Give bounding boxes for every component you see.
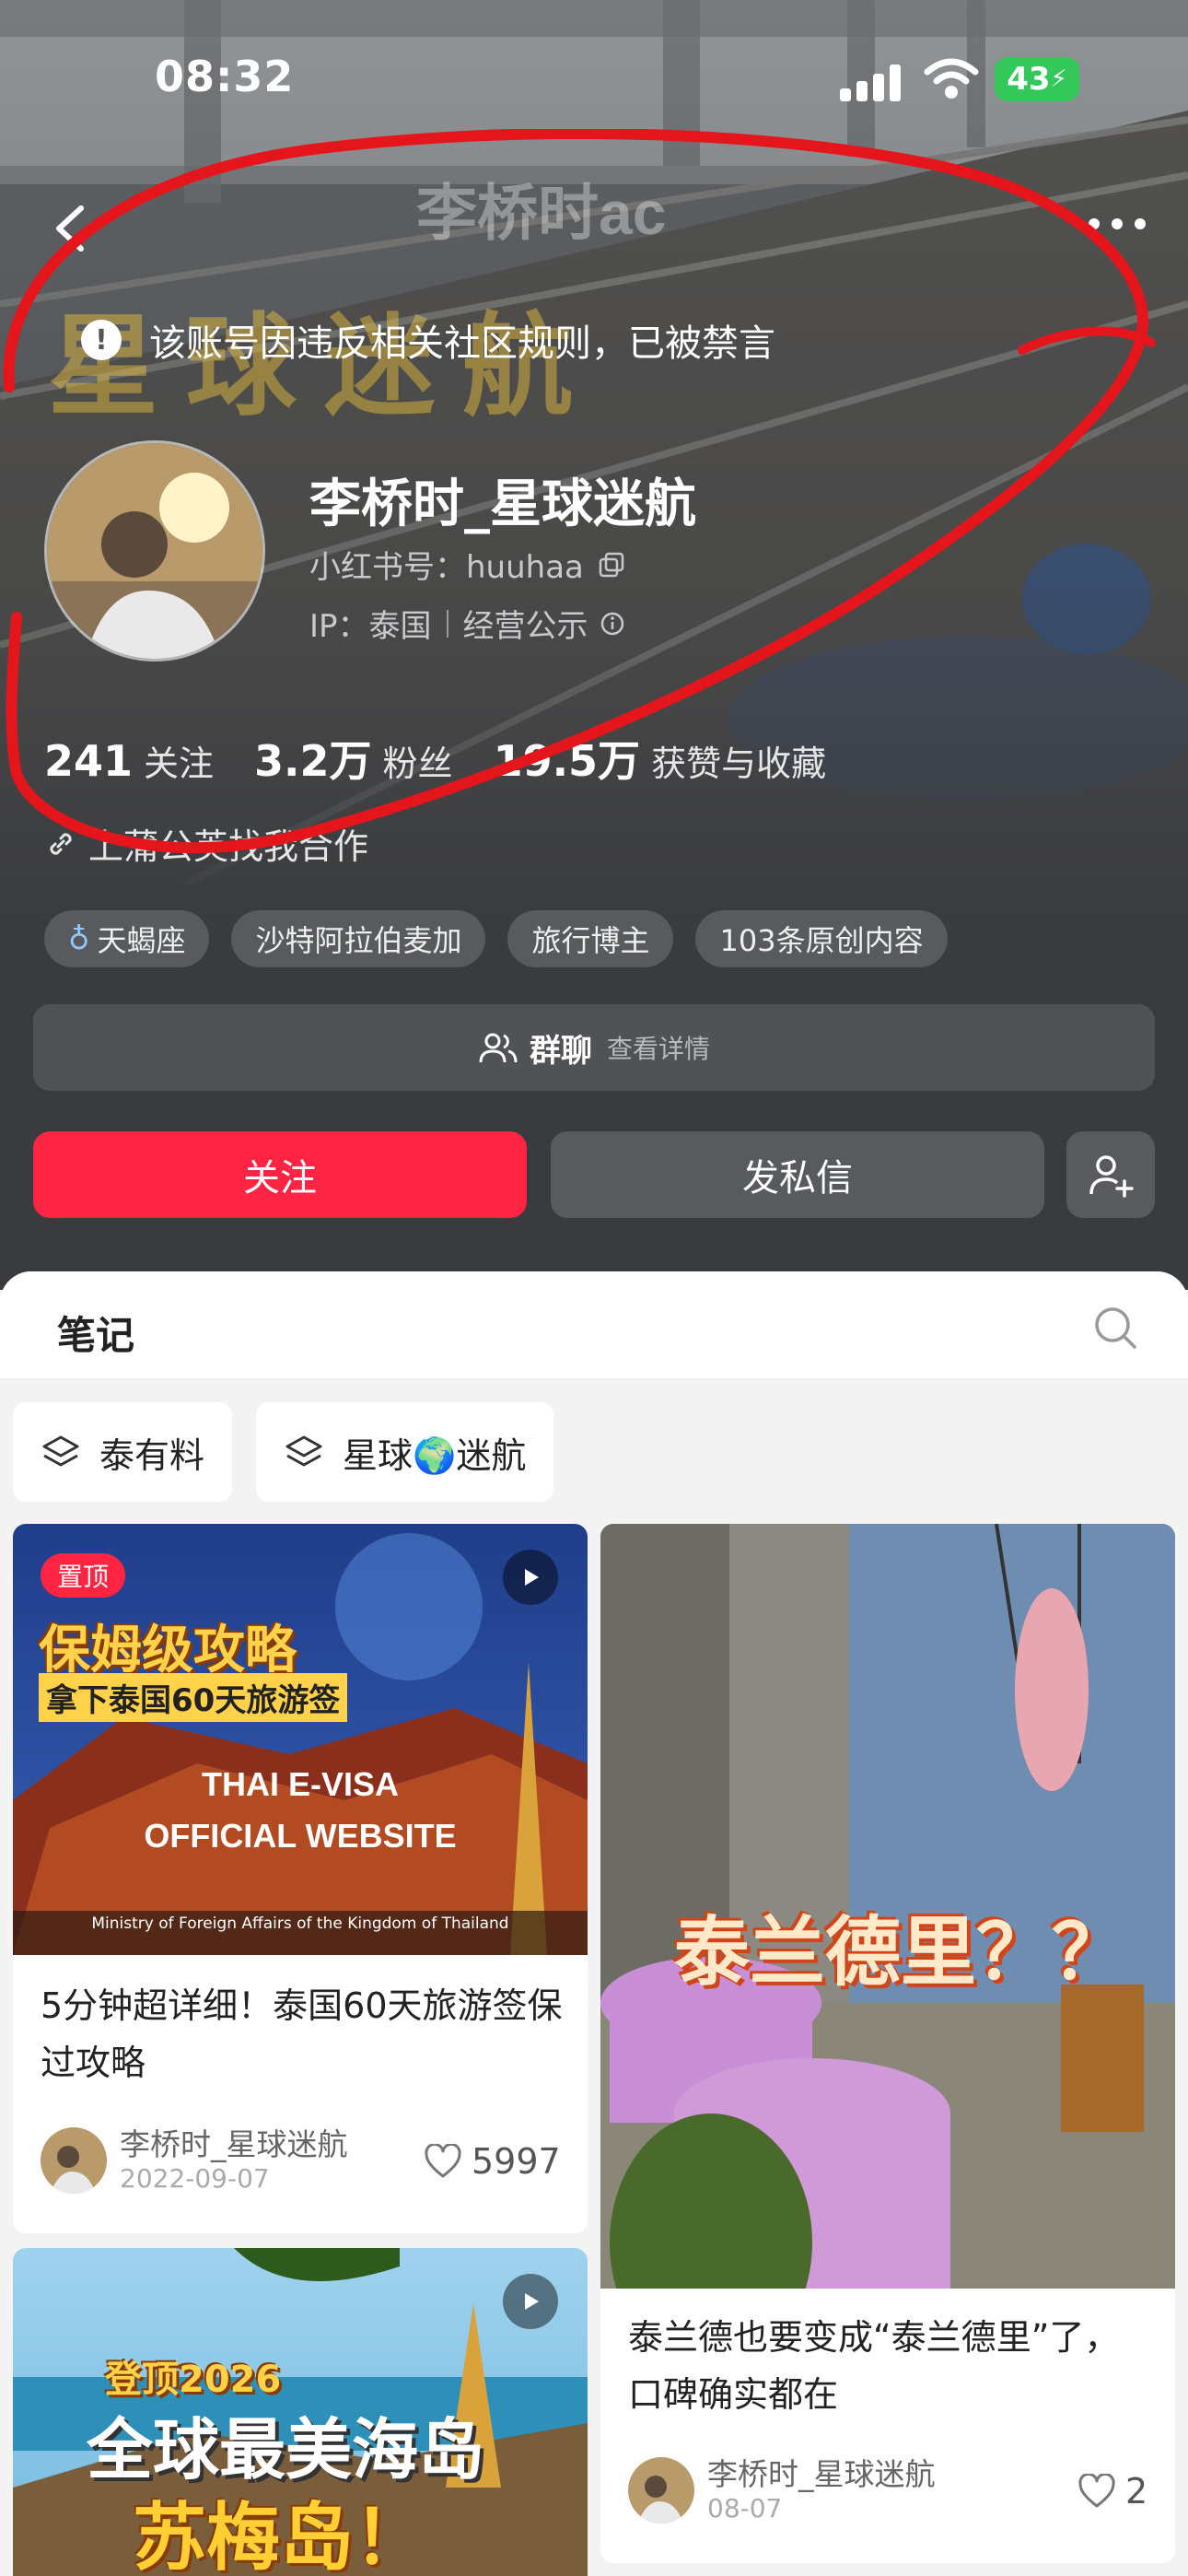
tag-zodiac[interactable]: ♁ 天蝎座	[44, 910, 210, 967]
message-button[interactable]: 发私信	[551, 1131, 1044, 1218]
stat-value: 241	[44, 736, 134, 786]
stat-label: 粉丝	[382, 744, 453, 784]
profile-header: 李桥时ac 星球迷航 08:32 43 ⚡ ! 该账号因违反相关社区规则，已被禁言	[0, 0, 1188, 1290]
note-card[interactable]: 泰兰德里？？ 泰兰德也要变成“泰兰德里”了，口碑确实都在 李桥时_星球迷航 08…	[600, 1524, 1175, 2563]
cover-line: THAI E-VISA	[201, 1765, 399, 1803]
tag-location[interactable]: 沙特阿拉伯麦加	[231, 910, 486, 967]
tag-category[interactable]: 旅行博主	[507, 910, 674, 967]
stat-value: 3.2万	[254, 736, 372, 786]
group-chat-detail: 查看详情	[606, 1034, 710, 1064]
profile-ip: IP：泰国 经营公示	[309, 601, 625, 646]
battery-level: 43	[1007, 61, 1051, 98]
profile-stats: 241 关注 3.2万 粉丝 19.5万 获赞与收藏	[44, 728, 867, 789]
author-avatar	[628, 2457, 694, 2523]
add-friend-button[interactable]	[1066, 1131, 1155, 1218]
battery-indicator: 43 ⚡	[995, 57, 1079, 101]
ban-notice-text: 该账号因违反相关社区规则，已被禁言	[149, 322, 775, 365]
gender-icon: ♁	[68, 921, 90, 956]
link-icon	[50, 832, 72, 855]
profile-id-text: 小红书号：huuhaa	[309, 549, 584, 586]
stat-label: 关注	[144, 744, 215, 784]
cover-line: 泰兰德里？？	[674, 1909, 1128, 1996]
like-count: 5997	[472, 2141, 561, 2182]
tag-label: 旅行博主	[531, 923, 650, 958]
wifi-icon	[924, 58, 979, 99]
ban-notice: ! 该账号因违反相关社区规则，已被禁言	[81, 313, 775, 367]
author-name: 李桥时_星球迷航	[120, 2126, 348, 2162]
collection-item[interactable]: 星球🌍迷航	[256, 1402, 554, 1502]
group-chat-label: 群聊	[529, 1032, 592, 1070]
note-author[interactable]: 李桥时_星球迷航 2022-09-07	[41, 2126, 348, 2195]
divider	[446, 609, 448, 638]
note-date: 2022-09-07	[120, 2163, 270, 2194]
tag-label: 天蝎座	[97, 923, 186, 958]
follow-button[interactable]: 关注	[33, 1131, 527, 1218]
layers-icon	[42, 1435, 79, 1467]
tab-notes[interactable]: 笔记	[57, 1305, 134, 1361]
cover-line: OFFICIAL WEBSITE	[144, 1817, 457, 1855]
cellular-signal-icon	[840, 64, 901, 101]
note-title: 5分钟超详细！泰国60天旅游签保过攻略	[41, 1985, 563, 2083]
cover-line: 苏梅岛！	[133, 2495, 427, 2576]
video-play-icon	[503, 1550, 558, 1605]
cover-line: 保姆级攻略	[39, 1621, 297, 1680]
profile-id: 小红书号：huuhaa	[309, 542, 624, 587]
heart-icon	[1078, 2474, 1115, 2508]
search-icon[interactable]	[1092, 1305, 1138, 1351]
cooperation-link-text: 上蒲公英找我合作	[88, 826, 369, 867]
author-name: 李桥时_星球迷航	[707, 2456, 936, 2492]
layers-icon	[285, 1435, 322, 1467]
disclosure-link[interactable]: 经营公示	[463, 601, 588, 646]
note-title: 泰兰德也要变成“泰兰德里”了，口碑确实都在	[628, 2317, 1120, 2415]
collections-row: 泰有料 星球🌍迷航	[13, 1402, 577, 1502]
profile-ip-text: IP：泰国	[309, 608, 432, 645]
info-icon[interactable]	[600, 611, 625, 637]
cover-line: 拿下泰国60天旅游签	[39, 1673, 348, 1722]
stat-following[interactable]: 241 关注	[44, 735, 214, 786]
note-cover: 泰兰德里？？	[600, 1524, 1175, 2289]
video-play-icon	[503, 2274, 558, 2329]
profile-avatar[interactable]	[44, 440, 265, 662]
cover-text-top: 李桥时ac	[416, 179, 667, 247]
status-bar: 08:32 43 ⚡	[0, 0, 1188, 157]
cover-line: Ministry of Foreign Affairs of the Kingd…	[91, 1914, 509, 1933]
group-chat-button[interactable]: 群聊 查看详情	[33, 1004, 1155, 1091]
note-cover: 登顶2026 全球最美海岛 苏梅岛！	[13, 2248, 588, 2576]
heart-icon	[425, 2144, 461, 2178]
profile-name: 李桥时_星球迷航	[309, 474, 696, 534]
like-button[interactable]: 5997	[424, 2141, 561, 2182]
add-user-icon	[1089, 1155, 1134, 1198]
group-icon	[479, 1033, 518, 1063]
note-card[interactable]: 登顶2026 全球最美海岛 苏梅岛！	[13, 2248, 588, 2576]
copy-icon[interactable]	[599, 552, 624, 578]
charging-icon: ⚡	[1050, 65, 1067, 93]
collection-label: 泰有料	[99, 1434, 205, 1476]
profile-tags: ♁ 天蝎座 沙特阿拉伯麦加 旅行博主 103条原创内容	[44, 910, 970, 967]
cooperation-link[interactable]: 上蒲公英找我合作	[44, 818, 368, 869]
stat-value: 19.5万	[493, 736, 641, 786]
author-avatar	[41, 2127, 107, 2194]
tag-label: 沙特阿拉伯麦加	[255, 923, 462, 958]
warning-icon: !	[81, 320, 122, 360]
note-cover: 置顶 保姆级攻略 拿下泰国60天旅游签 THAI E-VISA OFFICIAL…	[13, 1524, 588, 1955]
like-count: 2	[1125, 2471, 1148, 2512]
tag-original-count[interactable]: 103条原创内容	[695, 910, 948, 967]
more-options-icon[interactable]	[1085, 210, 1149, 238]
status-time: 08:32	[155, 52, 295, 101]
tag-label: 103条原创内容	[719, 923, 924, 958]
note-card[interactable]: 置顶 保姆级攻略 拿下泰国60天旅游签 THAI E-VISA OFFICIAL…	[13, 1524, 588, 2233]
collection-label: 星球🌍迷航	[343, 1434, 527, 1476]
collection-item[interactable]: 泰有料	[13, 1402, 233, 1502]
stat-label: 获赞与收藏	[651, 744, 827, 784]
note-date: 08-07	[707, 2493, 783, 2523]
pinned-badge: 置顶	[41, 1553, 126, 1598]
like-button[interactable]: 2	[1077, 2471, 1147, 2512]
notes-tabbar: 笔记	[0, 1271, 1188, 1380]
note-author[interactable]: 李桥时_星球迷航 08-07	[628, 2456, 936, 2524]
back-icon[interactable]	[48, 201, 94, 256]
notes-section: 笔记 泰有料 星球🌍迷航 置顶 保姆级攻略 拿下泰国60天旅游签 THAI E-…	[0, 1271, 1188, 2576]
stat-followers[interactable]: 3.2万 粉丝	[254, 728, 453, 789]
stat-likes-collects[interactable]: 19.5万 获赞与收藏	[494, 728, 827, 789]
